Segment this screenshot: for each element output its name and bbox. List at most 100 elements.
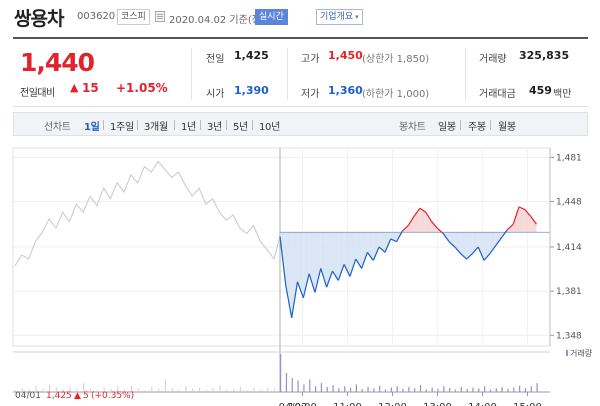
volume-bar xyxy=(158,388,160,392)
tab-divider xyxy=(103,120,104,130)
volume-bar xyxy=(212,388,214,392)
volume-bar xyxy=(303,384,305,392)
current-price: 1,440 xyxy=(20,48,95,77)
volume-bar xyxy=(443,386,445,392)
tab-3y[interactable]: 3년 xyxy=(207,118,222,133)
stock-header: 쌍용차 003620 코스피 2020.04.02 기준(장마감) 실시간 기업… xyxy=(0,0,600,36)
company-info-dropdown[interactable]: 기업개요 ▾ xyxy=(316,9,363,25)
y-tick-label: 1,481 xyxy=(556,153,582,163)
volume-bar xyxy=(384,389,387,392)
volume-bar xyxy=(309,379,311,392)
volume-bar xyxy=(402,388,404,392)
volume-bar xyxy=(495,388,497,392)
x-tick-label: 12:00 xyxy=(378,402,407,406)
volume-bar xyxy=(472,387,474,392)
volume-value: 325,835 xyxy=(519,49,570,62)
volume-bar xyxy=(267,388,269,392)
price-summary: 1,440 전일대비 ▲ 15 +1.05% 전일 1,425 시가 1,390… xyxy=(13,37,588,107)
tab-weekly[interactable]: 주봉 xyxy=(468,118,486,133)
volume-bar xyxy=(246,390,248,392)
realtime-button[interactable]: 실시간 xyxy=(255,9,288,25)
volume-bar xyxy=(536,383,538,392)
volume-bar xyxy=(454,389,457,392)
volume-label: 거래량 xyxy=(479,54,507,65)
prev-close-value: 1,425 xyxy=(234,49,269,62)
volume-bar xyxy=(151,386,153,392)
change-percent: +1.05% xyxy=(116,81,168,95)
volume-bar xyxy=(332,385,334,392)
y-tick-label: 1,414 xyxy=(556,243,582,253)
volume-bar xyxy=(367,386,369,392)
tab-1w[interactable]: 1주일 xyxy=(110,118,134,133)
tab-daily[interactable]: 일봉 xyxy=(438,118,456,133)
area-fills xyxy=(280,206,537,318)
open-label: 시가 xyxy=(206,89,225,100)
volume-bar xyxy=(280,354,282,392)
volume-bar xyxy=(449,388,451,392)
volume-bar xyxy=(414,388,416,392)
tab-1d[interactable]: 1일 xyxy=(84,118,100,133)
area-segment xyxy=(314,232,321,293)
tab-divider xyxy=(490,120,491,130)
volume-bar xyxy=(524,388,527,392)
tab-divider xyxy=(460,120,461,130)
volume-bar xyxy=(519,385,521,392)
volume-bar xyxy=(466,388,468,392)
tab-divider xyxy=(200,120,201,130)
volume-bar xyxy=(373,388,375,392)
prev-day-price: 1,425 xyxy=(46,391,72,401)
tab-divider xyxy=(252,120,253,130)
area-segment xyxy=(349,232,356,277)
trade-amount-value: 459 xyxy=(529,84,552,97)
chevron-down-icon: ▾ xyxy=(355,13,359,21)
company-info-label: 기업개요 xyxy=(320,12,354,22)
stock-name: 쌍용차 xyxy=(14,8,64,30)
volume-bar xyxy=(314,386,317,392)
volume-bar xyxy=(408,386,410,392)
intraday-chart[interactable]: 1,4811,4481,4141,3811,348 04/0104/0210:0… xyxy=(0,140,600,406)
x-tick-label: 13:00 xyxy=(423,402,452,406)
volume-bar xyxy=(291,378,293,392)
open-value: 1,390 xyxy=(234,84,269,97)
tab-divider xyxy=(226,120,227,130)
trade-amount-unit: 백만 xyxy=(553,89,572,100)
volume-bar xyxy=(501,386,503,392)
x-tick-label: 14:00 xyxy=(468,402,497,406)
chart-svg: 1,4811,4481,4141,3811,348 04/0104/0210:0… xyxy=(12,147,593,406)
volume-bar xyxy=(274,388,275,392)
volume-bar xyxy=(419,385,422,392)
area-segment xyxy=(519,206,525,233)
volume-bar xyxy=(297,380,299,392)
area-segment xyxy=(361,232,368,269)
line-chart-label: 선차트 xyxy=(44,122,71,133)
tab-5y[interactable]: 5년 xyxy=(233,118,248,133)
volume-bar xyxy=(349,387,352,392)
volume-bar xyxy=(355,384,357,392)
x-tick-label: 10:00 xyxy=(288,402,317,406)
x-tick-label: 15:00 xyxy=(513,402,542,406)
high-value: 1,450 xyxy=(328,49,363,62)
volume-bar xyxy=(390,387,392,392)
y-tick-label: 1,448 xyxy=(556,198,582,208)
y-tick-label: 1,381 xyxy=(556,287,582,297)
candle-chart-label: 봉차트 xyxy=(399,122,426,133)
change-value: 15 xyxy=(82,81,99,95)
tab-1y[interactable]: 1년 xyxy=(181,118,196,133)
volume-bar xyxy=(199,387,201,392)
volume-bar xyxy=(171,388,173,392)
volume-bar xyxy=(164,379,166,392)
tab-divider xyxy=(174,120,175,130)
up-arrow-icon: ▲ xyxy=(70,81,79,94)
tab-10y[interactable]: 10년 xyxy=(259,118,280,133)
divider xyxy=(191,48,192,100)
low-value: 1,360 xyxy=(328,84,363,97)
volume-bar xyxy=(285,373,288,392)
series-line-0401 xyxy=(14,160,275,266)
low-label: 저가 xyxy=(301,89,320,100)
volume-bar xyxy=(326,386,328,392)
tab-monthly[interactable]: 월봉 xyxy=(498,118,516,133)
prev-close-label: 전일 xyxy=(206,54,225,65)
tab-3m[interactable]: 3개월 xyxy=(144,118,168,133)
volume-bar xyxy=(226,389,228,392)
volume-legend-swatch xyxy=(566,350,568,356)
